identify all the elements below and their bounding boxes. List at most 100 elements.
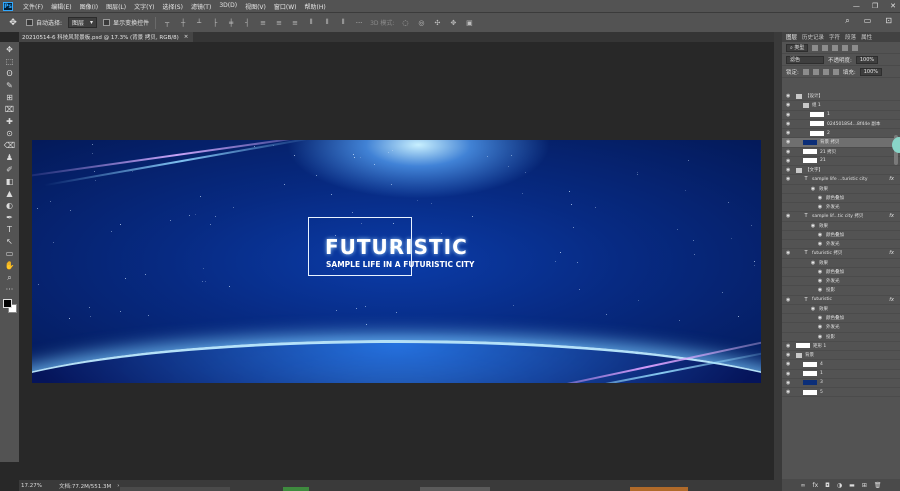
type-tool-icon[interactable]: T <box>3 225 16 234</box>
menu-item[interactable]: 窗口(W) <box>270 2 301 11</box>
layer-row[interactable]: ◉ 颜色叠加 <box>782 231 900 240</box>
panel-tab[interactable]: 属性 <box>861 33 872 41</box>
align-middle-icon[interactable]: ┼ <box>178 18 188 28</box>
align-bottom-icon[interactable]: ┴ <box>194 18 204 28</box>
menu-item[interactable]: 视图(V) <box>241 2 270 11</box>
visibility-eye-icon[interactable]: ◉ <box>786 168 791 173</box>
layer-row[interactable]: ◉ 颜色叠加 <box>782 194 900 203</box>
layer-row[interactable]: ◉ 背景 <box>782 351 900 361</box>
panel-tab[interactable]: 图层 <box>786 33 797 41</box>
visibility-eye-icon[interactable]: ◉ <box>786 343 791 348</box>
filter-smart-icon[interactable] <box>852 44 859 51</box>
3d-slide-icon[interactable]: ✥ <box>448 18 458 28</box>
3d-roll-icon[interactable]: ◎ <box>416 18 426 28</box>
layer-row[interactable]: ◉ 外发光 <box>782 277 900 287</box>
gradient-tool-icon[interactable]: ◧ <box>3 177 16 186</box>
layer-row[interactable]: ◉ 5 <box>782 388 900 398</box>
magic-wand-icon[interactable]: ✎ <box>3 81 16 90</box>
add-mask-icon[interactable]: ◘ <box>825 482 830 489</box>
visibility-eye-icon[interactable]: ◉ <box>786 353 791 358</box>
checkbox-box[interactable] <box>26 19 33 26</box>
layer-row[interactable]: ◉ 背景 拷贝 <box>782 138 900 148</box>
lock-pixels-icon[interactable] <box>802 68 809 75</box>
menu-item[interactable]: 文字(Y) <box>130 2 158 11</box>
align-left-icon[interactable]: ├ <box>210 18 220 28</box>
layer-row[interactable]: ◉ 颜色叠加 <box>782 268 900 277</box>
layer-row[interactable]: ◉ 3 <box>782 379 900 388</box>
distribute-right-icon[interactable]: ⦀ <box>338 18 348 28</box>
align-center-icon[interactable]: ╪ <box>226 18 236 28</box>
more-options-icon[interactable]: ··· <box>354 18 364 28</box>
menu-item[interactable]: 编辑(E) <box>47 2 75 11</box>
layer-row[interactable]: ◉ 【文字】 <box>782 166 900 176</box>
add-style-icon[interactable]: fx <box>813 482 819 489</box>
move-tool-icon[interactable]: ✥ <box>6 16 20 30</box>
visibility-eye-icon[interactable]: ◉ <box>786 103 791 108</box>
distribute-top-icon[interactable]: ≡ <box>258 18 268 28</box>
rectangle-tool-icon[interactable]: ▭ <box>3 249 16 258</box>
layer-row[interactable]: ◉ Tsample lif...tic city 拷贝 fx <box>782 212 900 222</box>
fx-icon[interactable]: fx <box>889 297 894 303</box>
layer-row[interactable]: ◉ 2 <box>782 129 900 139</box>
artboard[interactable]: FUTURISTIC SAMPLE LIFE IN A FUTURISTIC C… <box>32 140 761 383</box>
filter-adjust-icon[interactable] <box>822 44 829 51</box>
menu-item[interactable]: 帮助(H) <box>301 2 330 11</box>
opacity-input[interactable]: 100% <box>855 55 879 64</box>
new-layer-icon[interactable]: ⊞ <box>862 482 867 489</box>
layer-row[interactable]: ◉ 外发光 <box>782 240 900 250</box>
visibility-eye-icon[interactable]: ◉ <box>786 140 791 145</box>
search-icon[interactable]: ⌕ <box>845 16 849 26</box>
visibility-eye-icon[interactable]: ◉ <box>786 121 791 126</box>
marquee-tool-icon[interactable]: ⬚ <box>3 57 16 66</box>
floating-assistant-button[interactable] <box>892 137 900 153</box>
crop-tool-icon[interactable]: ⊞ <box>3 93 16 102</box>
filter-shape-icon[interactable] <box>842 44 849 51</box>
new-group-icon[interactable]: ▬ <box>849 482 855 489</box>
layer-row[interactable]: ◉ 效果 <box>782 222 900 231</box>
menu-item[interactable]: 图层(L) <box>102 2 130 11</box>
visibility-eye-icon[interactable]: ◉ <box>786 149 791 154</box>
frame-tool-icon[interactable]: ⌧ <box>3 105 16 114</box>
delete-layer-icon[interactable]: 🗑 <box>874 482 882 489</box>
3d-rotate-icon[interactable]: ◌ <box>400 18 410 28</box>
3d-scale-icon[interactable]: ▣ <box>464 18 474 28</box>
zoom-tool-icon[interactable]: ⌕ <box>3 273 16 282</box>
pen-tool-icon[interactable]: ✒ <box>3 213 16 222</box>
close-tab-icon[interactable]: × <box>184 34 189 40</box>
path-select-icon[interactable]: ↖ <box>3 237 16 246</box>
sharpen-tool-icon[interactable]: ▲ <box>3 189 16 198</box>
filter-pixel-icon[interactable] <box>812 44 819 51</box>
layer-row[interactable]: ◉ 颜色叠加 <box>782 314 900 324</box>
visibility-eye-icon[interactable]: ◉ <box>786 214 791 219</box>
layer-row[interactable]: ◉ 21 拷贝 <box>782 148 900 157</box>
layer-row[interactable]: ◉ 组 1 <box>782 101 900 111</box>
filter-kind-dropdown[interactable]: ⌕ 类型 <box>786 43 809 52</box>
share-icon[interactable]: ⊡ <box>885 16 892 26</box>
color-swatches[interactable] <box>2 299 17 313</box>
layer-row[interactable]: ◉ 投影 <box>782 333 900 342</box>
canvas-area[interactable]: FUTURISTIC SAMPLE LIFE IN A FUTURISTIC C… <box>19 42 774 480</box>
stamp-tool-icon[interactable]: ♟ <box>3 153 16 162</box>
adjustment-layer-icon[interactable]: ◑ <box>837 482 842 489</box>
layer-row[interactable]: ◉ 4 <box>782 360 900 370</box>
lock-artboard-icon[interactable] <box>822 68 829 75</box>
align-right-icon[interactable]: ┤ <box>242 18 252 28</box>
more-tools-icon[interactable]: ··· <box>3 285 16 294</box>
visibility-eye-icon[interactable]: ◉ <box>786 362 791 367</box>
filter-type-icon[interactable] <box>832 44 839 51</box>
show-transform-checkbox[interactable]: 显示变换控件 <box>103 18 149 27</box>
document-tab[interactable]: 20210514-6 科技风背景板.psd @ 17.3% (背景 拷贝, RG… <box>19 32 194 42</box>
panel-tab[interactable]: 段落 <box>845 33 856 41</box>
zoom-level[interactable]: 17.27% <box>19 483 53 489</box>
menu-item[interactable]: 图像(I) <box>76 2 102 11</box>
layer-row[interactable]: ◉ Tsample life ...turistic city fx <box>782 175 900 185</box>
lock-position-icon[interactable] <box>812 68 819 75</box>
distribute-bottom-icon[interactable]: ≡ <box>290 18 300 28</box>
fill-input[interactable]: 100% <box>859 67 883 76</box>
align-top-icon[interactable]: ┬ <box>162 18 172 28</box>
layer-row[interactable]: ◉ 矩形 1 <box>782 342 900 351</box>
visibility-eye-icon[interactable]: ◉ <box>786 112 791 117</box>
3d-drag-icon[interactable]: ✣ <box>432 18 442 28</box>
panel-tab[interactable]: 字符 <box>829 33 840 41</box>
visibility-eye-icon[interactable]: ◉ <box>786 177 791 182</box>
